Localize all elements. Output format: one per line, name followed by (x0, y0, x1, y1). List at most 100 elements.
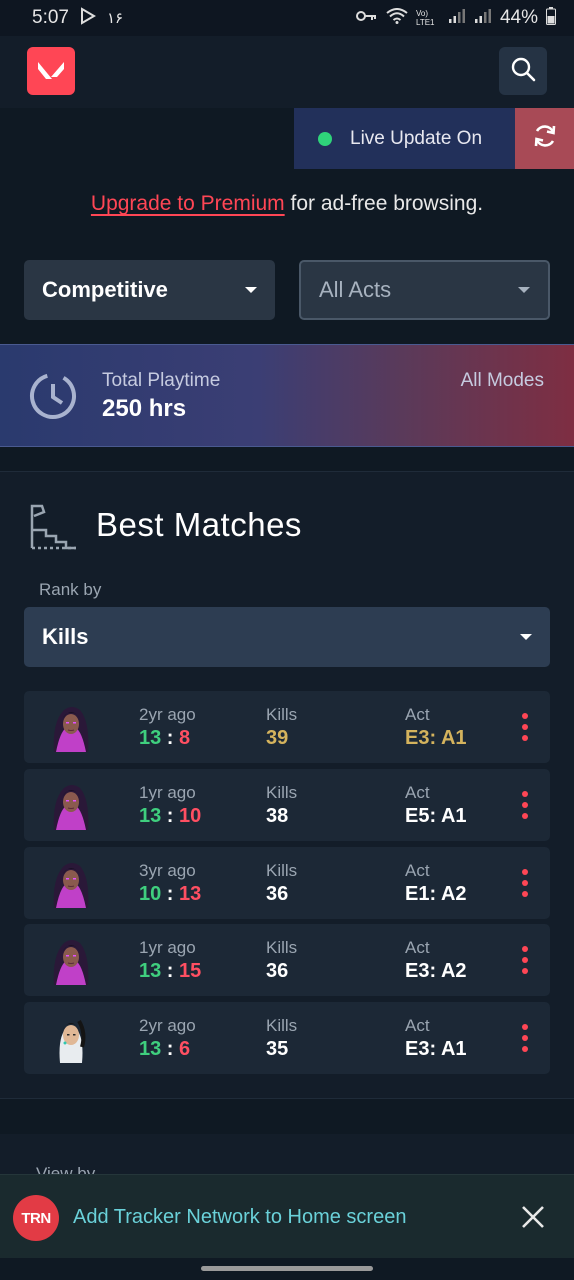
score-team: 13 (139, 727, 162, 749)
search-icon (510, 56, 536, 87)
match-kills: Kills 39 (266, 705, 297, 750)
match-score: 13 : 15 (139, 960, 201, 983)
score-separator: : (161, 727, 180, 749)
match-score: 13 : 6 (139, 1038, 196, 1061)
score-team: 10 (139, 883, 162, 905)
match-time-ago: 1yr ago (139, 783, 196, 802)
match-row-3[interactable]: 3yr ago 10 : 13 Kills 36 Act E1: A2 (24, 847, 550, 919)
playtime-scope: All Modes (460, 370, 544, 391)
kills-label: Kills (266, 783, 298, 802)
reyna-agent-avatar (46, 780, 96, 830)
more-options-icon[interactable] (520, 1024, 530, 1052)
kills-value: 36 (266, 960, 289, 982)
match-time-ago: 2yr ago (139, 705, 196, 724)
act-label: Act (405, 1016, 430, 1035)
act-label: Act (405, 783, 430, 802)
playtime-value: 250 hrs (102, 395, 187, 422)
best-matches-title: Best Matches (96, 506, 302, 543)
mode-dropdown[interactable]: Competitive (24, 260, 275, 320)
act-value: E3: A2 (405, 960, 467, 982)
reyna-agent-avatar (46, 858, 96, 908)
score-separator: : (161, 1038, 180, 1060)
match-score: 10 : 13 (139, 883, 201, 906)
more-options-icon[interactable] (520, 713, 530, 741)
flag-stairs-icon (28, 502, 78, 552)
upgrade-premium-link[interactable]: Upgrade to Premium (91, 192, 285, 215)
search-button[interactable] (499, 47, 547, 95)
match-kills: Kills 35 (266, 1016, 297, 1061)
wifi-icon (386, 7, 408, 29)
playtime-label: Total Playtime (102, 370, 221, 391)
premium-suffix-text: for ad-free browsing. (284, 192, 484, 215)
kills-label: Kills (266, 861, 298, 880)
more-options-icon[interactable] (520, 791, 530, 819)
live-update-toggle[interactable]: Live Update On (294, 108, 515, 169)
rank-by-label: Rank by (39, 580, 102, 599)
status-bar: 5:07 ١۶ Vo) LTE1 44% (0, 0, 574, 36)
match-row-2[interactable]: 1yr ago 13 : 10 Kills 38 Act E5: A1 (24, 769, 550, 841)
act-label: Act (405, 938, 430, 957)
sage-agent-avatar (46, 1013, 96, 1063)
score-separator: : (161, 883, 180, 905)
kills-label: Kills (266, 1016, 298, 1035)
acts-dropdown-value: All Acts (319, 277, 392, 302)
score-team: 13 (139, 960, 162, 982)
act-value: E5: A1 (405, 805, 467, 827)
match-result: 3yr ago 10 : 13 (139, 861, 201, 906)
match-time-ago: 1yr ago (139, 938, 196, 957)
score-separator: : (161, 960, 180, 982)
reyna-agent-avatar (46, 702, 96, 752)
trn-logo-icon: TRN (13, 1195, 59, 1241)
live-update-label: Live Update On (350, 127, 483, 149)
valorant-logo-icon[interactable] (27, 47, 75, 95)
rank-by-dropdown[interactable]: Kills (24, 607, 550, 667)
more-options-icon[interactable] (520, 946, 530, 974)
home-indicator[interactable] (201, 1266, 373, 1271)
act-value: E3: A1 (405, 1038, 467, 1060)
match-score: 13 : 8 (139, 727, 196, 750)
kills-label: Kills (266, 938, 298, 957)
match-act: Act E5: A1 (405, 783, 467, 828)
refresh-icon (531, 122, 559, 155)
caret-down-icon (245, 287, 257, 293)
reyna-agent-avatar (46, 935, 96, 985)
network-label: Vo) LTE1 (415, 9, 435, 27)
act-label: Act (405, 861, 430, 880)
install-banner[interactable]: TRN Add Tracker Network to Home screen (0, 1174, 574, 1258)
gesture-nav-area (0, 1258, 574, 1280)
premium-message: Upgrade to Premium for ad-free browsing. (0, 192, 574, 216)
more-options-icon[interactable] (520, 869, 530, 897)
score-separator: : (161, 805, 180, 827)
match-act: Act E3: A2 (405, 938, 467, 983)
install-banner-text[interactable]: Add Tracker Network to Home screen (73, 1206, 406, 1229)
live-update-bar: Live Update On (294, 108, 574, 169)
live-status-dot (318, 131, 332, 146)
match-row-1[interactable]: 2yr ago 13 : 8 Kills 39 Act E3: A1 (24, 691, 550, 763)
match-row-4[interactable]: 1yr ago 13 : 15 Kills 36 Act E3: A2 (24, 924, 550, 996)
clock-icon (28, 371, 78, 421)
kills-value: 39 (266, 727, 289, 749)
match-act: Act E3: A1 (405, 1016, 467, 1061)
status-date-extra: ١۶ (106, 10, 124, 27)
match-result: 1yr ago 13 : 15 (139, 938, 201, 983)
best-matches-card: Best Matches Rank by Kills 2yr ago 13 : … (0, 471, 574, 1099)
match-score: 13 : 10 (139, 805, 201, 828)
kills-label: Kills (266, 705, 298, 724)
close-icon[interactable] (520, 1204, 546, 1230)
match-kills: Kills 36 (266, 861, 297, 906)
match-time-ago: 3yr ago (139, 861, 196, 880)
vpn-key-icon (355, 9, 378, 28)
match-act: Act E3: A1 (405, 705, 467, 750)
match-kills: Kills 36 (266, 938, 297, 983)
match-result: 1yr ago 13 : 10 (139, 783, 201, 828)
acts-dropdown[interactable]: All Acts (299, 260, 550, 320)
match-result: 2yr ago 13 : 6 (139, 1016, 196, 1061)
refresh-button[interactable] (515, 108, 574, 169)
kills-value: 35 (266, 1038, 289, 1060)
match-kills: Kills 38 (266, 783, 297, 828)
match-row-5[interactable]: 2yr ago 13 : 6 Kills 35 Act E3: A1 (24, 1002, 550, 1074)
kills-value: 36 (266, 883, 289, 905)
score-enemy: 8 (179, 727, 191, 749)
score-enemy: 13 (179, 883, 202, 905)
battery-icon (546, 6, 556, 30)
